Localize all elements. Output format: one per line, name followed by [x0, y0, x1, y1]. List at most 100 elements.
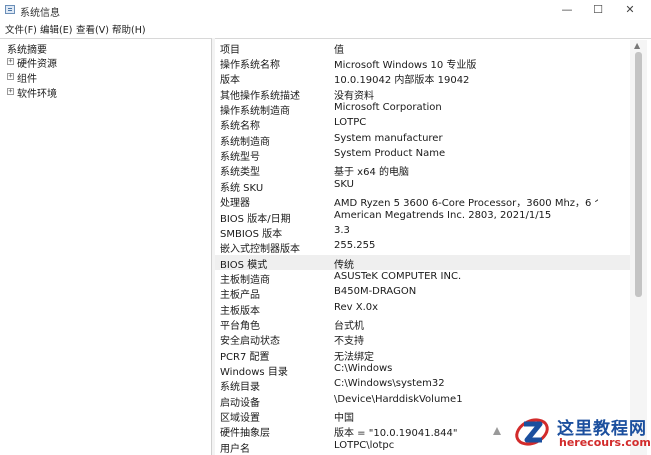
row-item-value: 10.0.19042 内部版本 19042	[334, 75, 470, 87]
row-item-name: 用户名	[220, 443, 250, 455]
table-row[interactable]: 安全启动状态 不支持	[215, 331, 631, 348]
tree-item-hardware-resources[interactable]: 硬件资源	[17, 55, 57, 70]
expand-icon[interactable]: +	[7, 73, 14, 80]
table-row[interactable]: 系统目录 C:\Windows\system32	[215, 377, 631, 394]
window-title: 系统信息	[20, 8, 60, 19]
row-item-value: C:\Windows\system32	[334, 378, 445, 390]
row-item-name: 系统制造商	[220, 136, 270, 148]
expand-icon[interactable]: +	[7, 88, 14, 95]
row-item-name: PCR7 配置	[220, 351, 270, 363]
row-item-name: BIOS 版本/日期	[220, 213, 291, 225]
table-row[interactable]: 操作系统名称 Microsoft Windows 10 专业版	[215, 55, 631, 71]
title-bar: 系统信息 — ☐ ✕	[0, 0, 651, 21]
table-row[interactable]: 主板制造商 ASUSTeK COMPUTER INC.	[215, 270, 631, 286]
row-item-value: 传统	[334, 259, 354, 271]
row-item-name: 区域设置	[220, 413, 260, 425]
table-row[interactable]: 主板版本 Rev X.0x	[215, 301, 631, 317]
row-item-name: BIOS 模式	[220, 259, 268, 271]
table-row[interactable]: BIOS 版本/日期 American Megatrends Inc. 2803,…	[215, 209, 631, 225]
row-item-value: 不支持	[334, 336, 364, 348]
row-item-value: 3.3	[334, 224, 350, 236]
menu-file[interactable]: 文件(F)	[5, 22, 37, 36]
details-list: 项目 值 操作系统名称 Microsoft Windows 10 专业版版本 10.…	[215, 38, 651, 455]
watermark-logo-icon	[515, 418, 549, 446]
tree-item-software-environment[interactable]: 软件环境	[17, 85, 57, 100]
table-row[interactable]: 系统 SKU SKU	[215, 178, 631, 194]
row-item-name: 安全启动状态	[220, 336, 280, 348]
menu-bar: 文件(F) 编辑(E) 查看(V) 帮助(H)	[0, 20, 651, 36]
table-row[interactable]: 版本 10.0.19042 内部版本 19042	[215, 70, 631, 87]
table-header-row: 项目 值	[215, 40, 631, 56]
row-item-name: 系统类型	[220, 167, 260, 179]
row-item-name: 系统 SKU	[220, 182, 264, 194]
column-header-item[interactable]: 项目	[220, 41, 328, 56]
table-row[interactable]: 启动设备 \Device\HarddiskVolume1	[215, 393, 631, 409]
table-row[interactable]: Windows 目录 C:\Windows	[215, 362, 631, 378]
row-item-name: 系统型号	[220, 152, 260, 164]
row-item-name: 启动设备	[220, 397, 260, 409]
row-item-value: Rev X.0x	[334, 301, 379, 313]
row-item-value: American Megatrends Inc. 2803, 2021/1/15	[334, 209, 552, 221]
system-info-app-icon	[5, 5, 15, 14]
table-row[interactable]: 处理器 AMD Ryzen 5 3600 6-Core Processor，360…	[215, 193, 631, 210]
row-item-value: 255.255	[334, 240, 376, 252]
row-item-value: ASUSTeK COMPUTER INC.	[334, 270, 462, 282]
row-item-value: System Product Name	[334, 148, 446, 160]
row-item-name: 处理器	[220, 198, 250, 210]
row-item-name: 操作系统名称	[220, 60, 280, 71]
row-item-name: 操作系统制造商	[220, 106, 290, 118]
row-item-name: 其他操作系统描述	[220, 90, 300, 102]
table-row[interactable]: 平台角色 台式机	[215, 316, 631, 332]
column-header-value[interactable]: 值	[334, 41, 598, 56]
table-row[interactable]: BIOS 模式 传统	[215, 254, 631, 271]
table-row[interactable]: 主板产品 B450M-DRAGON	[215, 285, 631, 302]
tree-item-system-summary[interactable]: 系统摘要	[7, 41, 47, 56]
site-watermark: 这里教程网 herecours.com	[505, 408, 651, 455]
row-item-name: 系统名称	[220, 121, 260, 133]
table-row[interactable]: 操作系统制造商 Microsoft Corporation	[215, 101, 631, 118]
expand-icon[interactable]: +	[7, 58, 14, 65]
row-item-value: C:\Windows	[334, 363, 393, 374]
row-item-name: 硬件抽象层	[220, 428, 270, 440]
row-item-value: LOTPC	[334, 117, 367, 129]
row-item-value: SKU	[334, 178, 354, 190]
row-item-name: 主板产品	[220, 290, 260, 302]
table-row[interactable]: 系统制造商 System manufacturer	[215, 132, 631, 148]
row-item-value: 台式机	[334, 320, 364, 332]
table-row[interactable]: SMBIOS 版本 3.3	[215, 224, 631, 240]
vertical-scrollbar[interactable]: ▲	[630, 40, 647, 455]
row-item-value: Microsoft Windows 10 专业版	[334, 60, 477, 71]
watermark-url: herecours.com	[559, 436, 651, 449]
row-item-name: 主板版本	[220, 305, 260, 317]
row-item-value: Microsoft Corporation	[334, 102, 442, 114]
minimize-button[interactable]: —	[551, 0, 583, 20]
row-item-value: B450M-DRAGON	[334, 286, 417, 298]
row-item-name: 系统目录	[220, 382, 260, 394]
menu-view[interactable]: 查看(V)	[76, 22, 109, 36]
row-item-value: \Device\HarddiskVolume1	[334, 393, 463, 405]
cursor-icon	[493, 427, 501, 435]
close-button[interactable]: ✕	[614, 0, 646, 20]
tree-item-components[interactable]: 组件	[17, 70, 37, 85]
table-row[interactable]: 系统名称 LOTPC	[215, 116, 631, 133]
row-item-value: AMD Ryzen 5 3600 6-Core Processor，3600 M…	[334, 198, 598, 210]
row-item-value: 无法绑定	[334, 351, 374, 363]
table-row[interactable]: 其他操作系统描述 没有资料	[215, 86, 631, 102]
table-row[interactable]: 系统型号 System Product Name	[215, 147, 631, 164]
menu-help[interactable]: 帮助(H)	[112, 22, 146, 36]
row-item-value: 没有资料	[334, 90, 374, 102]
table-row[interactable]: 系统类型 基于 x64 的电脑	[215, 162, 631, 179]
row-item-value: 基于 x64 的电脑	[334, 167, 409, 179]
scroll-up-icon[interactable]: ▲	[634, 41, 640, 50]
maximize-button[interactable]: ☐	[582, 0, 614, 20]
menu-edit[interactable]: 编辑(E)	[40, 22, 72, 36]
row-item-name: 平台角色	[220, 320, 260, 332]
category-tree: 系统摘要 + 硬件资源 + 组件 + 软件环境	[0, 38, 212, 455]
table-row[interactable]: PCR7 配置 无法绑定	[215, 347, 631, 363]
row-item-name: 主板制造商	[220, 274, 270, 286]
scrollbar-thumb[interactable]	[635, 52, 642, 297]
table-row[interactable]: 嵌入式控制器版本 255.255	[215, 239, 631, 255]
row-item-value: System manufacturer	[334, 132, 443, 144]
row-item-name: 版本	[220, 75, 240, 87]
row-item-name: Windows 目录	[220, 367, 288, 378]
